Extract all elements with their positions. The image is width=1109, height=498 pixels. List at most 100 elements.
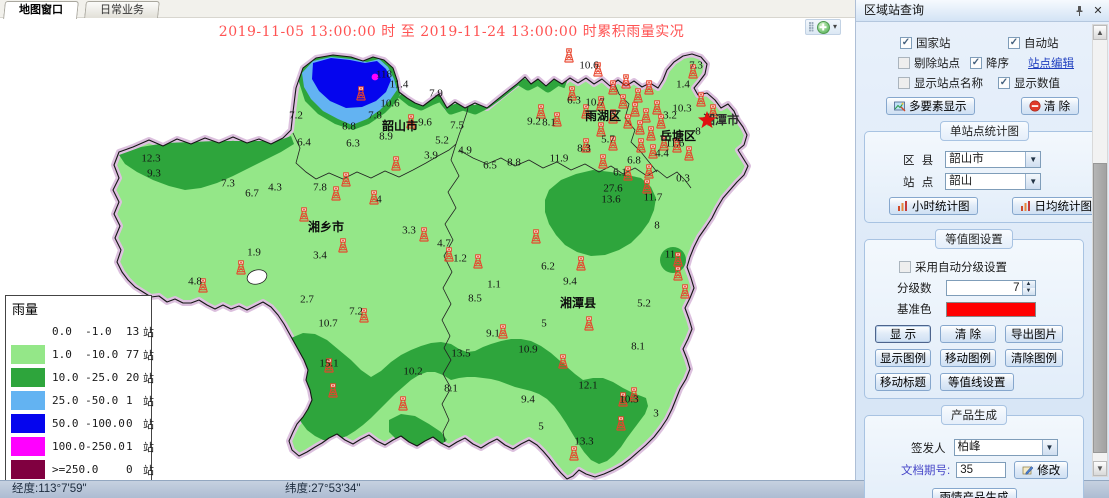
map-toolbar[interactable]: ▾ xyxy=(805,19,841,35)
button-label: 日均统计图 xyxy=(1035,198,1093,214)
legend-row: 10.0 -25.020站 xyxy=(11,366,147,389)
generate-rain-product-button[interactable]: 雨情产品生成 xyxy=(932,488,1017,498)
station-value: 7.3 xyxy=(221,178,235,190)
legend-station-count: 0 xyxy=(126,417,143,430)
dropdown-arrow-icon[interactable]: ▼ xyxy=(1042,440,1057,455)
station-value: 6.5 xyxy=(483,160,497,172)
station-value: 8.1 xyxy=(444,383,458,395)
legend-station-count: 20 xyxy=(126,371,143,384)
button-label: 移动标题 xyxy=(880,374,926,390)
move-title-button[interactable]: 移动标题 xyxy=(875,373,931,391)
show-legend-button[interactable]: 显示图例 xyxy=(875,349,931,367)
export-image-button[interactable]: 导出图片 xyxy=(1005,325,1063,343)
checkbox-box[interactable]: ✓ xyxy=(1008,37,1020,49)
legend-unit: 站 xyxy=(143,324,154,340)
modify-button[interactable]: 修改 xyxy=(1014,461,1068,479)
button-label: 移动图例 xyxy=(945,350,991,366)
tab-map-window[interactable]: 地图窗口 xyxy=(3,1,79,19)
dropdown-arrow-icon[interactable]: ▼ xyxy=(1025,152,1040,167)
grade-count-spinner[interactable]: 7 ▲▼ xyxy=(946,280,1036,296)
station-value: 0.3 xyxy=(676,173,690,185)
clear-stations-button[interactable]: 清 除 xyxy=(1021,97,1079,115)
daily-chart-button[interactable]: 日均统计图 xyxy=(1012,197,1101,215)
doc-number-input[interactable]: 35 xyxy=(956,462,1006,478)
hourly-chart-button[interactable]: 小时统计图 xyxy=(889,197,978,215)
scrollbar-thumb[interactable] xyxy=(1093,163,1107,453)
checkbox-label: 降序 xyxy=(986,55,1009,71)
move-legend-button[interactable]: 移动图例 xyxy=(940,349,996,367)
scroll-up-icon[interactable]: ▲ xyxy=(1093,25,1107,40)
show-station-name-checkbox[interactable]: 显示站点名称 xyxy=(898,75,998,91)
tab-daily-business[interactable]: 日常业务 xyxy=(84,1,160,18)
legend-color-swatch xyxy=(11,368,45,387)
exclude-station-checkbox[interactable]: 剔除站点 xyxy=(898,55,970,71)
dropdown-arrow-icon[interactable]: ▼ xyxy=(1025,174,1040,189)
panel-scrollbar[interactable]: ▲ ▼ xyxy=(1092,24,1108,477)
clear-legend-button[interactable]: 清除图例 xyxy=(1005,349,1063,367)
station-value: 9.2 xyxy=(527,116,541,128)
display-button[interactable]: 显 示 xyxy=(875,325,931,343)
station-value: 6.1 xyxy=(613,167,627,179)
checkbox-label: 采用自动分级设置 xyxy=(915,259,1007,275)
legend-station-count: 0 xyxy=(126,463,143,476)
station-value: 5 xyxy=(541,318,547,330)
checkbox-box[interactable] xyxy=(898,77,910,89)
multi-element-display-button[interactable]: 多要素显示 xyxy=(886,97,975,115)
station-edit-link[interactable]: 站点编辑 xyxy=(1028,55,1074,71)
button-label: 清 除 xyxy=(1044,98,1070,114)
issuer-select[interactable]: 柏峰 ▼ xyxy=(954,439,1058,456)
national-station-checkbox[interactable]: ✓ 国家站 xyxy=(900,35,1008,51)
legend-color-swatch xyxy=(11,322,45,341)
station-value: 7.8 xyxy=(313,182,327,194)
station-select[interactable]: 韶山 ▼ xyxy=(945,173,1041,190)
daily-chart-icon xyxy=(1020,200,1032,212)
checkbox-box[interactable]: ✓ xyxy=(998,77,1010,89)
station-value: 11.4 xyxy=(390,79,409,91)
tab-bar: 地图窗口 日常业务 xyxy=(0,0,855,18)
button-label: 导出图片 xyxy=(1011,326,1057,342)
station-value: 10.7 xyxy=(585,97,605,109)
district-select[interactable]: 韶山市 ▼ xyxy=(945,151,1041,168)
chevron-down-icon[interactable]: ▾ xyxy=(833,23,837,31)
checkbox-box[interactable]: ✓ xyxy=(900,37,912,49)
button-label: 清 除 xyxy=(955,326,981,342)
clear-contour-button[interactable]: 清 除 xyxy=(940,325,996,343)
legend-range: 100.0-250.0 xyxy=(52,440,126,453)
button-label: 小时统计图 xyxy=(912,198,970,214)
auto-grading-checkbox[interactable]: 采用自动分级设置 xyxy=(899,259,1007,275)
map-canvas[interactable]: 2019-11-05 13:00:00 时 至 2019-11-24 13:00… xyxy=(0,18,855,480)
legend-color-swatch xyxy=(11,460,45,479)
station-value: 5.2 xyxy=(637,298,651,310)
legend-station-count: 13 xyxy=(126,325,143,338)
spinner-down-icon[interactable]: ▼ xyxy=(1023,288,1035,295)
multi-element-icon xyxy=(894,100,906,112)
hourly-chart-icon xyxy=(897,200,909,212)
tab-daily-business-label: 日常业务 xyxy=(100,2,144,18)
checkbox-label: 剔除站点 xyxy=(914,55,960,71)
legend-range: 1.0 -10.0 xyxy=(52,348,126,361)
checkbox-box[interactable]: ✓ xyxy=(970,57,982,69)
checkbox-box[interactable] xyxy=(899,261,911,273)
add-plus-icon[interactable] xyxy=(817,21,830,34)
single-station-group: 单站点统计图 区 县 韶山市 ▼ 站 点 韶山 ▼ xyxy=(864,121,1105,223)
descending-checkbox[interactable]: ✓ 降序 xyxy=(970,55,1020,71)
station-value: 3.3 xyxy=(402,225,416,237)
station-value: 11.9 xyxy=(550,153,569,165)
pin-icon[interactable] xyxy=(1073,5,1085,17)
show-value-checkbox[interactable]: ✓ 显示数值 xyxy=(998,75,1060,91)
base-color-swatch[interactable] xyxy=(946,302,1036,317)
contour-line-settings-button[interactable]: 等值线设置 xyxy=(940,373,1014,391)
legend-row: 50.0 -100.00站 xyxy=(11,412,147,435)
legend-color-swatch xyxy=(11,414,45,433)
station-value: 5.7 xyxy=(601,134,615,146)
auto-station-checkbox[interactable]: ✓ 自动站 xyxy=(1008,35,1059,51)
station-value: 10.9 xyxy=(518,344,538,356)
region-label: 韶山市 xyxy=(382,118,418,133)
close-icon[interactable]: ✕ xyxy=(1092,5,1104,17)
checkbox-box[interactable] xyxy=(898,57,910,69)
station-value: 4 xyxy=(376,194,382,206)
spinner-up-icon[interactable]: ▲ xyxy=(1023,281,1035,288)
station-tower-icon[interactable] xyxy=(565,49,574,62)
legend-row: 1.0 -10.077站 xyxy=(11,343,147,366)
scroll-down-icon[interactable]: ▼ xyxy=(1093,461,1107,476)
